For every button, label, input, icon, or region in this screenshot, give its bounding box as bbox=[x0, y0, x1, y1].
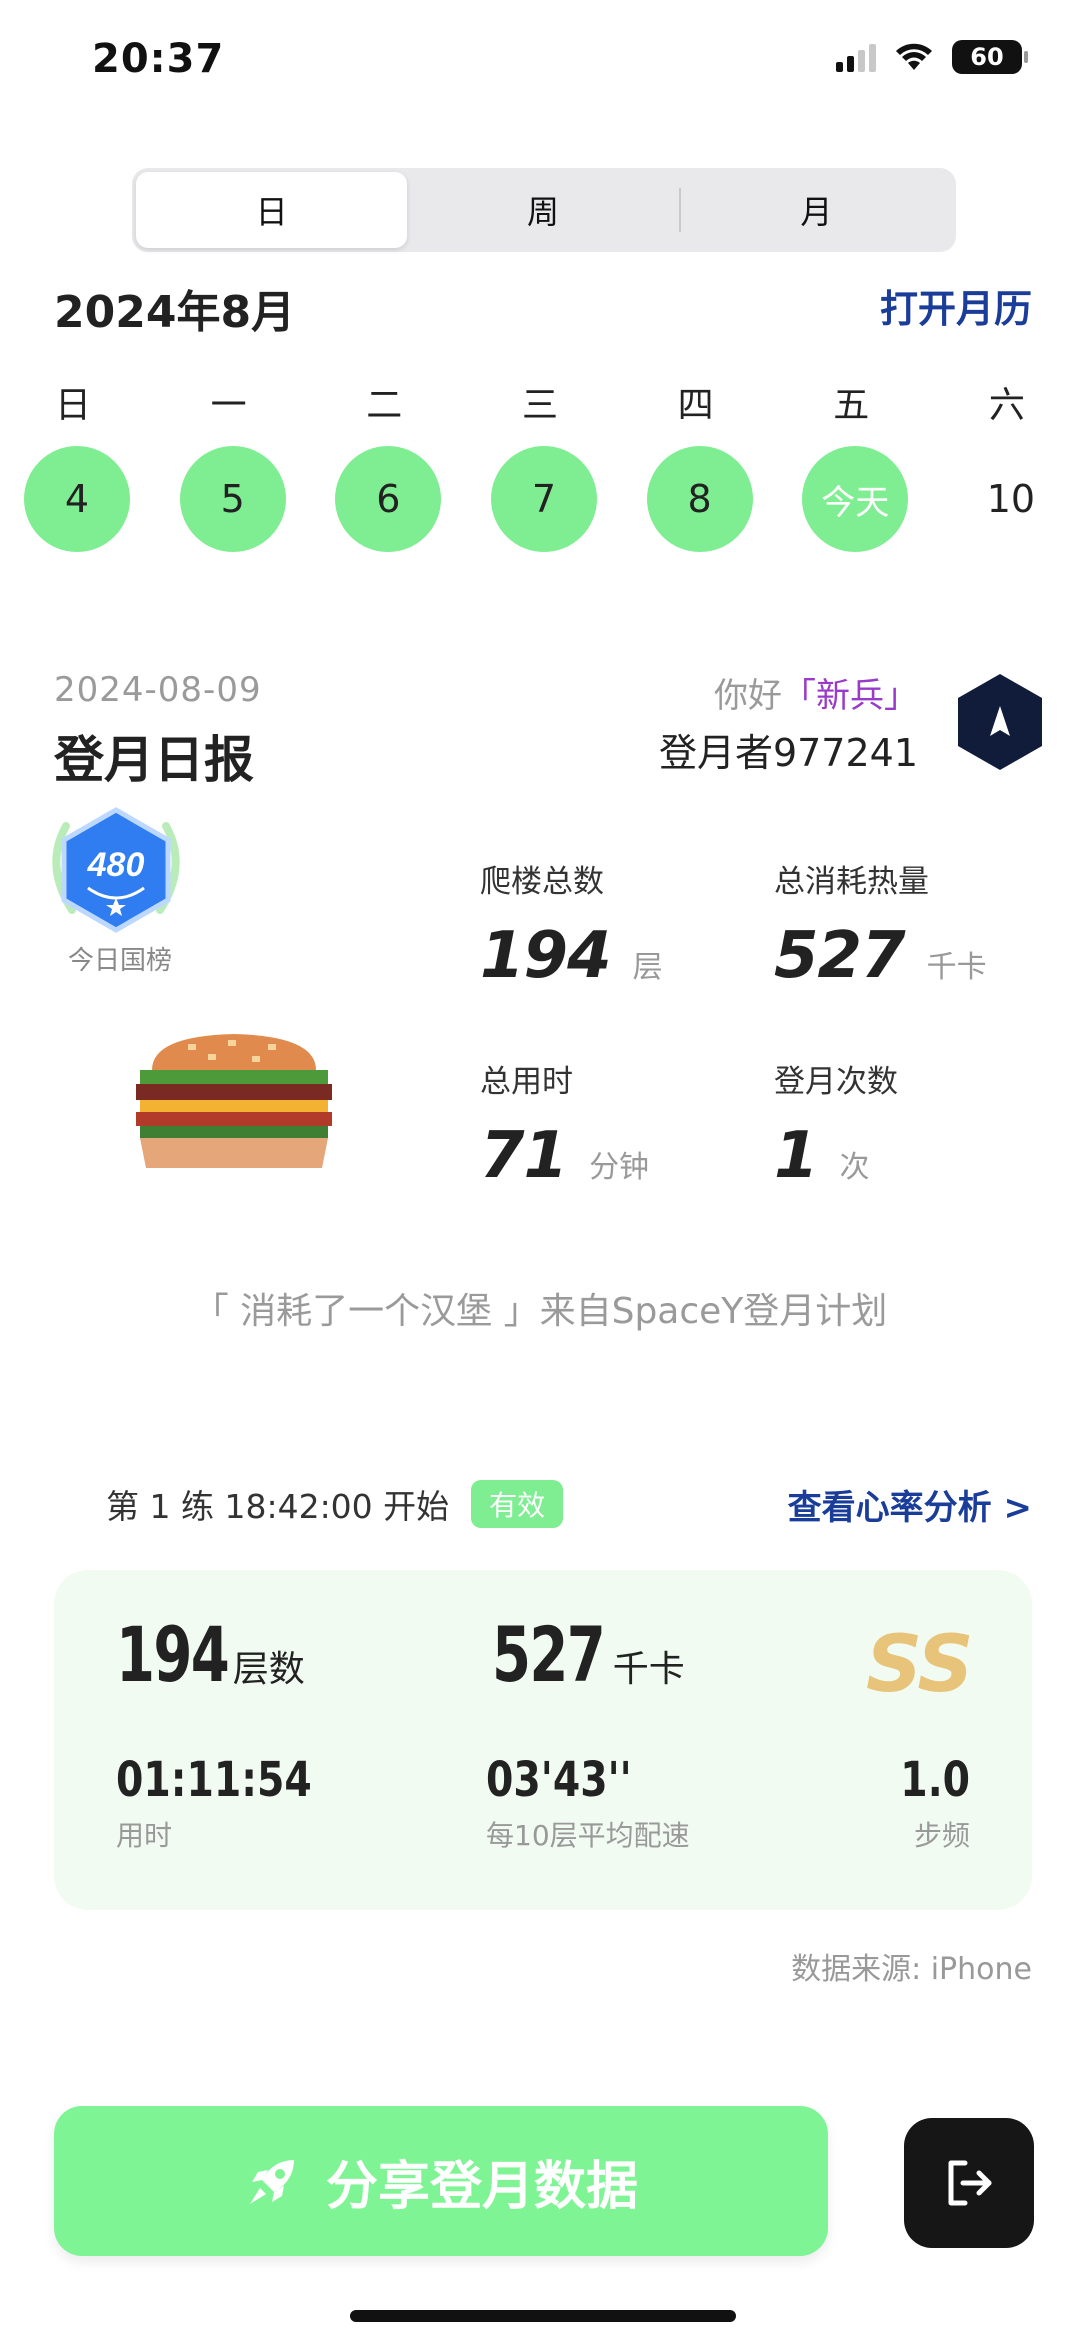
stat-calories-unit: 千卡 bbox=[926, 950, 987, 985]
session-header: 第 1 练 18:42:00 开始 有效 bbox=[106, 1480, 564, 1528]
tab-month[interactable]: 月 bbox=[681, 172, 952, 248]
greeting-prefix: 你好 bbox=[714, 676, 782, 716]
weekday-label: 三 bbox=[521, 385, 558, 426]
date-row: 4 5 6 7 8 今天 10 bbox=[24, 446, 1064, 552]
weekday-label: 日 bbox=[54, 385, 91, 426]
stat-count-label: 登月次数 bbox=[774, 1064, 898, 1100]
session-pace: 03'43'' 每10层平均配速 bbox=[486, 1752, 690, 1854]
date-cell[interactable]: 5 bbox=[179, 446, 286, 552]
stat-time: 总用时 71 分钟 bbox=[480, 1056, 649, 1193]
navigation-avatar-icon[interactable] bbox=[954, 672, 1046, 772]
weekday-label: 四 bbox=[677, 385, 714, 426]
quote-text: 「 消耗了一个汉堡 」来自SpaceY登月计划 bbox=[192, 1291, 888, 1332]
stat-calories-label: 总消耗热量 bbox=[774, 864, 929, 900]
session-cadence: 1.0 步频 bbox=[885, 1752, 970, 1854]
session-duration-label: 用时 bbox=[116, 1819, 173, 1852]
session-card[interactable]: 194 层数 527 千卡 SS 01:11:54 用时 03'43'' 每10… bbox=[54, 1570, 1032, 1910]
cellular-signal-icon bbox=[836, 42, 876, 72]
share-button[interactable]: 分享登月数据 bbox=[54, 2106, 828, 2256]
stat-time-value: 71 bbox=[480, 1119, 568, 1193]
session-pace-value: 03'43'' bbox=[486, 1752, 632, 1808]
valid-badge: 有效 bbox=[471, 1480, 564, 1528]
date-cell[interactable]: 6 bbox=[335, 446, 442, 552]
period-tabs: 日 周 月 bbox=[132, 168, 956, 252]
rank-label: 「新兵」 bbox=[782, 676, 918, 716]
stat-count-unit: 次 bbox=[839, 1150, 870, 1185]
month-title: 2024年8月 bbox=[54, 287, 296, 338]
battery-icon: 60 bbox=[952, 40, 1028, 74]
report-date: 2024-08-09 bbox=[54, 670, 262, 710]
status-icons: 60 bbox=[836, 40, 1028, 74]
logout-button[interactable] bbox=[904, 2118, 1034, 2248]
weekday-label: 五 bbox=[833, 385, 870, 426]
weekday-row: 日 一 二 三 四 五 六 bbox=[20, 376, 1060, 428]
session-floors-value: 194 bbox=[116, 1610, 230, 1699]
stat-floors-label: 爬楼总数 bbox=[480, 864, 604, 900]
stat-calories-value: 527 bbox=[774, 919, 906, 993]
badge-number: 480 bbox=[87, 846, 145, 884]
report-title: 登月日报 bbox=[54, 731, 254, 789]
weekday-label: 六 bbox=[988, 385, 1025, 426]
stat-calories: 总消耗热量 527 千卡 bbox=[774, 856, 987, 993]
rocket-icon bbox=[249, 2160, 294, 2204]
logout-icon bbox=[948, 2160, 992, 2206]
badge-label: 今日国榜 bbox=[67, 946, 172, 976]
stat-time-unit: 分钟 bbox=[589, 1150, 650, 1185]
status-time: 20:37 bbox=[92, 36, 225, 82]
session-duration-value: 01:11:54 bbox=[116, 1752, 312, 1808]
session-cadence-value: 1.0 bbox=[900, 1752, 970, 1808]
data-source: 数据来源: iPhone bbox=[791, 1952, 1032, 1987]
rank-badge-icon: 480 bbox=[52, 807, 180, 933]
weekday-label: 二 bbox=[366, 385, 403, 426]
stat-count-value: 1 bbox=[774, 1119, 819, 1193]
session-title: 第 1 练 18:42:00 开始 bbox=[106, 1487, 450, 1526]
date-cell-today[interactable]: 今天 bbox=[802, 446, 909, 552]
wifi-icon bbox=[896, 43, 932, 70]
stat-floors: 爬楼总数 194 层 bbox=[480, 856, 663, 993]
date-cell[interactable]: 8 bbox=[646, 446, 753, 552]
session-calories-unit: 千卡 bbox=[612, 1649, 685, 1690]
session-calories-value: 527 bbox=[492, 1610, 606, 1699]
burger-icon bbox=[136, 1034, 332, 1168]
stat-time-label: 总用时 bbox=[480, 1064, 573, 1100]
date-cell[interactable]: 7 bbox=[490, 446, 597, 552]
session-cadence-label: 步频 bbox=[913, 1819, 970, 1852]
session-calories: 527 千卡 bbox=[492, 1610, 685, 1699]
user-id: 登月者977241 bbox=[658, 731, 918, 775]
share-button-label: 分享登月数据 bbox=[325, 2156, 638, 2217]
session-pace-label: 每10层平均配速 bbox=[486, 1819, 690, 1852]
date-cell[interactable]: 10 bbox=[958, 446, 1064, 552]
session-floors: 194 层数 bbox=[116, 1610, 305, 1699]
session-duration: 01:11:54 用时 bbox=[116, 1752, 355, 1854]
tab-week[interactable]: 周 bbox=[407, 172, 678, 248]
heart-rate-analysis-link[interactable]: 查看心率分析 > bbox=[788, 1480, 1032, 1529]
stat-floors-value: 194 bbox=[480, 919, 612, 993]
session-floors-unit: 层数 bbox=[232, 1649, 305, 1690]
greeting: 你好「新兵」 bbox=[714, 668, 918, 717]
stat-count: 登月次数 1次 bbox=[774, 1056, 898, 1193]
weekday-label: 一 bbox=[210, 385, 247, 426]
open-calendar-link[interactable]: 打开月历 bbox=[880, 278, 1032, 333]
stat-floors-unit: 层 bbox=[632, 950, 663, 985]
grade-badge: SS bbox=[866, 1620, 974, 1710]
status-bar: 20:37 60 bbox=[0, 0, 1080, 120]
tab-day[interactable]: 日 bbox=[136, 172, 408, 248]
home-indicator bbox=[350, 2310, 736, 2322]
date-cell[interactable]: 4 bbox=[24, 446, 130, 552]
